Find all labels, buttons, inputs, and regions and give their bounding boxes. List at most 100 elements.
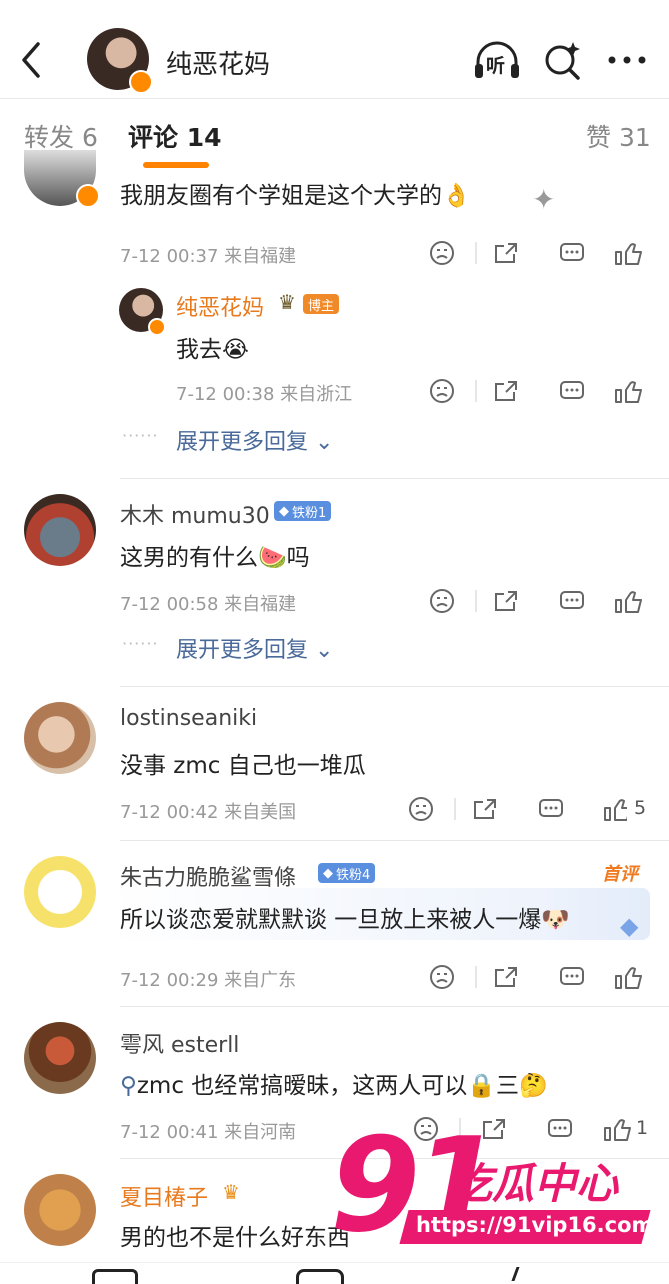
topic-search-icon: ⚲ [120,1073,137,1099]
commenter-name[interactable]: 木木 mumu30 [120,498,270,530]
share-icon [495,381,517,401]
avatar[interactable] [24,494,96,566]
diamond-decoration-icon: ◆ [620,912,639,940]
comment-divider [120,478,669,479]
tab-comments[interactable]: 评论 14 [128,118,222,154]
diamond-icon: ◆ [323,865,333,881]
dislike-icon [430,589,454,613]
doge-emoji-icon: 🐶 [541,907,570,933]
search-button[interactable] [543,38,583,82]
active-tab-indicator [143,162,209,168]
comment-actions [428,586,648,616]
butterfly-decoration-icon: ✦ [532,183,556,216]
comment-meta: 7-12 00:42 来自美国 [120,802,297,823]
verified-icon [76,184,100,208]
avatar[interactable] [24,856,96,928]
like-icon [615,967,642,989]
tab-likes[interactable]: 赞 31 [586,118,651,154]
search-sparkle-icon [545,42,580,80]
comment-icon [539,799,563,817]
comment-meta: 7-12 00:41 来自河南 [120,1122,297,1143]
shrug-emoji-icon: 🤔 [518,1073,548,1099]
share-icon [495,591,517,611]
crown-icon: ♛ [278,290,296,314]
watermark-url: https://91vip16.com [416,1213,654,1237]
verified-icon [129,70,153,94]
comment-text: 所以谈恋爱就默默谈 一旦放上来被人一爆🐶 [120,907,570,933]
comment-icon [560,591,584,609]
page-title[interactable]: 纯恶花妈 [166,44,270,81]
crying-emoji-icon: 😭 [222,337,249,363]
expand-replies-link[interactable]: 展开更多回复 ⌄ [176,632,333,664]
diamond-icon: ◆ [279,503,289,519]
chevron-down-icon: ⌄ [315,430,334,455]
share-icon [474,799,496,819]
comment-text: ⚲zmc 也经常搞暧昧，这两人可以🔒三🤔 [120,1073,548,1099]
listen-label: 听 [486,55,506,77]
expand-dots: ······ [122,426,159,445]
comment-divider [120,686,669,687]
reply-text: 我去😭 [176,337,249,363]
fan-badge: ◆ 铁粉4 [318,863,376,883]
clap-emoji-icon: 👌 [442,183,471,209]
like-icon [615,381,642,403]
chevron-down-icon: ⌄ [315,638,334,663]
comment-meta: 7-12 00:29 来自广东 [120,970,297,991]
avatar[interactable] [24,1022,96,1094]
tab-bar: 转发 6 评论 14 赞 31 [0,100,669,172]
comment-text: 男的也不是什么好东西 [120,1225,350,1251]
comment-divider [120,1006,669,1007]
comment-divider [120,840,669,841]
top-bar: 纯恶花妈 听 [0,0,669,100]
comment-actions [428,962,648,992]
comment-text: 我朋友圈有个学姐是这个大学的👌 [120,183,471,209]
listen-button[interactable]: 听 [472,38,522,82]
watermelon-emoji-icon: 🍉 [258,545,287,571]
commenter-name[interactable]: 夏目椿子 [120,1180,208,1212]
share-icon [495,967,517,987]
comment-text: 这男的有什么🍉吗 [120,545,310,571]
crown-badge-icon: ♛ [222,1180,240,1204]
like-count: 5 [634,797,647,819]
reply-author-name[interactable]: 纯恶花妈 [176,290,264,322]
avatar[interactable] [24,1174,96,1246]
like-icon [615,243,642,265]
back-button[interactable] [14,38,48,82]
comment-icon [560,381,584,399]
expand-dots: ······ [122,634,159,653]
comment-meta: 7-12 00:37 来自福建 [120,246,297,267]
more-dots-icon [608,56,646,64]
fan-badge-label: 铁粉1 [292,505,327,521]
like-icon [615,591,642,613]
like-icon [604,799,627,821]
reply-actions [428,376,648,406]
comment-actions [407,794,627,824]
verified-icon [148,318,166,336]
chevron-left-icon [22,42,40,78]
author-badge: 博主 [303,294,340,314]
fan-badge: ◆ 铁粉1 [274,501,332,521]
dislike-icon [409,797,433,821]
fan-badge-label: 铁粉4 [336,867,371,883]
dislike-icon [430,241,454,265]
lock-emoji-icon: 🔒 [467,1073,496,1099]
watermark-brand: 吃瓜中心 [450,1159,619,1208]
header-divider [0,98,669,99]
share-icon [495,243,517,263]
dislike-icon [430,379,454,403]
comment-actions [428,238,648,268]
tab-repost[interactable]: 转发 6 [24,118,98,154]
commenter-name[interactable]: 雩风 esterll [120,1027,239,1059]
reply-meta: 7-12 00:38 来自浙江 [176,384,353,405]
more-button[interactable] [605,50,649,70]
dislike-icon [430,965,454,989]
comment-icon [560,243,584,261]
dog-face-icon [38,870,82,914]
repost-icon[interactable] [92,1269,138,1284]
expand-replies-link[interactable]: 展开更多回复 ⌄ [176,424,333,456]
commenter-name[interactable]: lostinseaniki [120,706,257,731]
comment-text-main: zmc 也经常搞暧昧，这两人可以 [136,1073,468,1099]
comment-icon [560,967,584,985]
avatar[interactable] [24,702,96,774]
site-watermark: 91 吃瓜中心 https://91vip16.com [330,1110,660,1272]
